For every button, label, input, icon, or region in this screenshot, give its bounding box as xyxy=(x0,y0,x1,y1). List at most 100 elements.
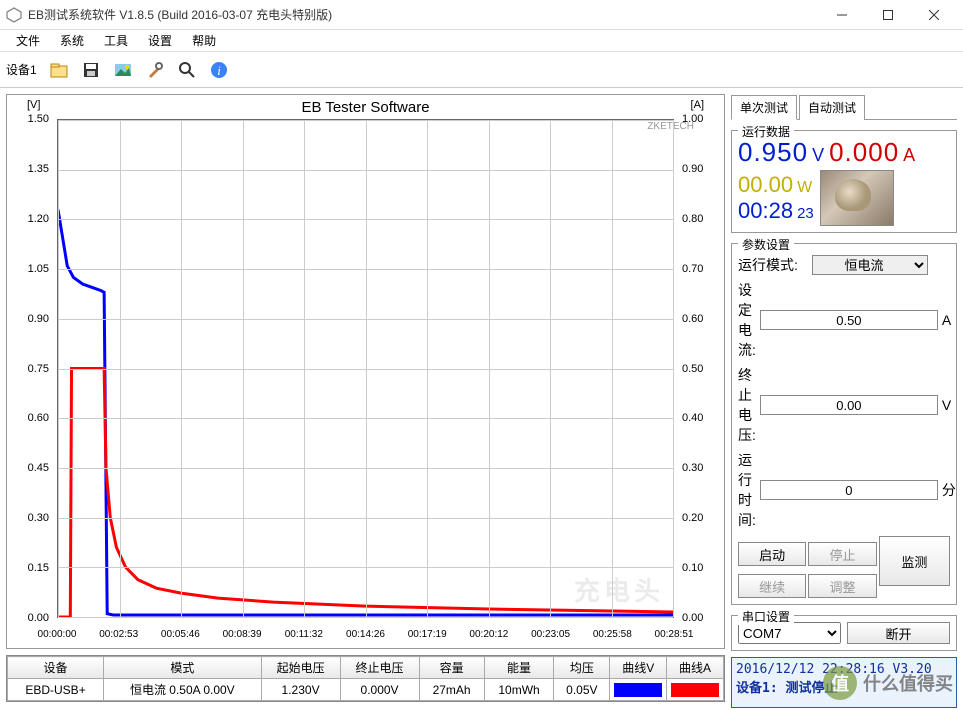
cell-vend: 0.000V xyxy=(340,679,419,701)
search-icon[interactable] xyxy=(173,56,201,84)
stopv-unit: V xyxy=(942,397,951,413)
cell-device: EBD-USB+ xyxy=(8,679,104,701)
y-left-axis-label: [V] xyxy=(27,99,40,111)
param-title: 参数设置 xyxy=(738,236,794,253)
y-left-tick: 0.60 xyxy=(9,412,49,424)
disconnect-button[interactable]: 断开 xyxy=(847,622,950,644)
window-title: EB测试系统软件 V1.8.5 (Build 2016-03-07 充电头特别版… xyxy=(28,6,819,23)
com-port-select[interactable]: COM7 xyxy=(738,622,841,644)
minimize-button[interactable] xyxy=(819,0,865,30)
power-unit: W xyxy=(797,179,812,197)
table-header[interactable]: 设备 xyxy=(8,657,104,679)
watermark-badge: 值 xyxy=(823,666,857,700)
table-header[interactable]: 模式 xyxy=(104,657,262,679)
table-header[interactable]: 曲线V xyxy=(610,657,667,679)
cell-avgv: 0.05V xyxy=(554,679,610,701)
y-left-tick: 0.45 xyxy=(9,462,49,474)
maximize-button[interactable] xyxy=(865,0,911,30)
time-readout: 00:28 xyxy=(738,198,793,224)
run-data-group: 运行数据 0.950 V 0.000 A 00.00 W 00:28 23 xyxy=(731,130,957,233)
toolbar: 设备1 i xyxy=(0,52,963,88)
stopv-input[interactable] xyxy=(760,395,938,415)
y-right-tick: 0.30 xyxy=(682,462,703,474)
y-left-tick: 1.50 xyxy=(9,113,49,125)
y-left-tick: 1.35 xyxy=(9,163,49,175)
x-tick: 00:23:05 xyxy=(531,629,570,640)
y-left-tick: 1.20 xyxy=(9,213,49,225)
x-tick: 00:05:46 xyxy=(161,629,200,640)
table-header[interactable]: 终止电压 xyxy=(340,657,419,679)
mode-label: 运行模式: xyxy=(738,255,808,275)
y-left-tick: 0.00 xyxy=(9,612,49,624)
menubar: 文件 系统 工具 设置 帮助 xyxy=(0,30,963,52)
stop-button[interactable]: 停止 xyxy=(808,542,876,566)
app-icon xyxy=(6,7,22,23)
run-data-title: 运行数据 xyxy=(738,123,794,140)
current-unit: A xyxy=(903,145,916,166)
device-tab-label[interactable]: 设备1 xyxy=(6,61,37,78)
cell-vstart: 1.230V xyxy=(261,679,340,701)
cell-swatch-a xyxy=(667,679,724,701)
y-left-tick: 1.05 xyxy=(9,263,49,275)
y-right-tick: 0.80 xyxy=(682,213,703,225)
start-button[interactable]: 启动 xyxy=(738,542,806,566)
data-table: 设备模式起始电压终止电压容量能量均压曲线V曲线A EBD-USB+ 恒电流 0.… xyxy=(6,655,725,702)
tools-icon[interactable] xyxy=(141,56,169,84)
stopv-label: 终止电压: xyxy=(738,365,756,445)
watermark-text: 什么值得买 xyxy=(863,670,953,696)
open-icon[interactable] xyxy=(45,56,73,84)
y-right-tick: 0.10 xyxy=(682,562,703,574)
x-tick: 00:08:39 xyxy=(223,629,262,640)
mode-tabs: 单次测试 自动测试 xyxy=(731,94,957,120)
menu-tools[interactable]: 工具 xyxy=(94,30,138,52)
info-icon[interactable]: i xyxy=(205,56,233,84)
x-tick: 00:14:26 xyxy=(346,629,385,640)
cell-capacity: 27mAh xyxy=(419,679,484,701)
x-tick: 00:20:12 xyxy=(469,629,508,640)
monitor-button[interactable]: 监测 xyxy=(879,536,950,586)
table-header[interactable]: 能量 xyxy=(484,657,554,679)
mode-select[interactable]: 恒电流 xyxy=(812,255,928,275)
adjust-button[interactable]: 调整 xyxy=(808,574,876,598)
tab-auto-test[interactable]: 自动测试 xyxy=(799,95,865,120)
voltage-unit: V xyxy=(812,145,825,166)
runtime-unit: 分 xyxy=(942,480,956,500)
y-right-tick: 0.00 xyxy=(682,612,703,624)
menu-settings[interactable]: 设置 xyxy=(138,30,182,52)
current-readout: 0.000 xyxy=(829,137,899,168)
svg-text:i: i xyxy=(217,63,221,78)
table-header[interactable]: 均压 xyxy=(554,657,610,679)
power-readout: 00.00 xyxy=(738,172,793,198)
setcur-unit: A xyxy=(942,312,951,328)
voltage-readout: 0.950 xyxy=(738,137,808,168)
image-icon[interactable] xyxy=(109,56,137,84)
close-button[interactable] xyxy=(911,0,957,30)
table-header[interactable]: 起始电压 xyxy=(261,657,340,679)
runtime-label: 运行时间: xyxy=(738,450,756,530)
tab-single-test[interactable]: 单次测试 xyxy=(731,95,797,120)
y-right-tick: 0.40 xyxy=(682,412,703,424)
table-row[interactable]: EBD-USB+ 恒电流 0.50A 0.00V 1.230V 0.000V 2… xyxy=(8,679,724,701)
cell-mode: 恒电流 0.50A 0.00V xyxy=(104,679,262,701)
chart-title: EB Tester Software xyxy=(301,99,429,116)
save-icon[interactable] xyxy=(77,56,105,84)
x-tick: 00:17:19 xyxy=(408,629,447,640)
x-tick: 00:02:53 xyxy=(99,629,138,640)
menu-system[interactable]: 系统 xyxy=(50,30,94,52)
cell-swatch-v xyxy=(610,679,667,701)
menu-file[interactable]: 文件 xyxy=(6,30,50,52)
menu-help[interactable]: 帮助 xyxy=(182,30,226,52)
time-sec: 23 xyxy=(797,205,814,222)
x-tick: 00:00:00 xyxy=(38,629,77,640)
preview-image xyxy=(820,170,894,226)
table-header[interactable]: 容量 xyxy=(419,657,484,679)
y-right-axis-label: [A] xyxy=(691,99,704,111)
titlebar: EB测试系统软件 V1.8.5 (Build 2016-03-07 充电头特别版… xyxy=(0,0,963,30)
y-right-tick: 0.70 xyxy=(682,263,703,275)
runtime-input[interactable] xyxy=(760,480,938,500)
table-header[interactable]: 曲线A xyxy=(667,657,724,679)
cell-energy: 10mWh xyxy=(484,679,554,701)
continue-button[interactable]: 继续 xyxy=(738,574,806,598)
y-left-tick: 0.30 xyxy=(9,512,49,524)
setcur-input[interactable] xyxy=(760,310,938,330)
